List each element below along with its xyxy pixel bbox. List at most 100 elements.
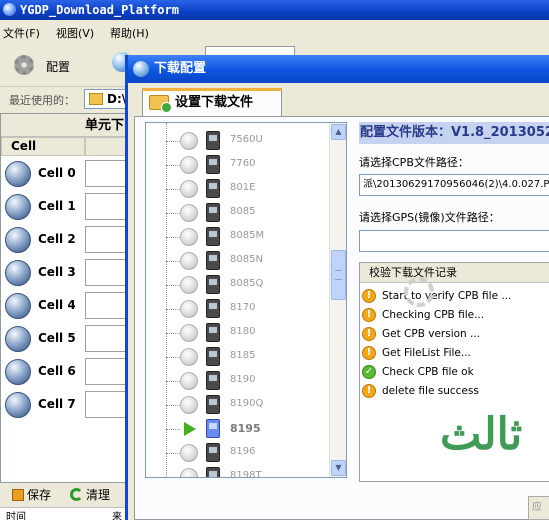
menu-help[interactable]: 帮助(H) (110, 25, 149, 41)
main-title-bar: YGDP_Download_Platform (0, 0, 549, 20)
phone-icon (206, 395, 220, 414)
cell-row[interactable]: Cell 2 (1, 223, 141, 256)
chip-label: 8196 (230, 446, 256, 457)
chip-item[interactable]: 8085N (146, 249, 331, 273)
time-column-header[interactable]: 时间 (6, 508, 26, 520)
chip-item[interactable]: 8198T (146, 465, 331, 478)
tree-connector (166, 309, 180, 310)
cell-panel: 单元下 Cell Cell 0 Cell 1 Cell 2 Cell 3 Cel… (0, 113, 141, 483)
chip-item[interactable]: 8196 (146, 441, 331, 465)
main-window-title: YGDP_Download_Platform (20, 3, 179, 17)
log-header: 时间 来 (0, 507, 140, 520)
chip-item[interactable]: 7760 (146, 153, 331, 177)
scroll-up-button[interactable]: ▲ (331, 124, 346, 140)
folder-icon (89, 93, 103, 105)
cell-row[interactable]: Cell 0 (1, 157, 141, 190)
phone-icon (206, 299, 220, 318)
gps-path-field[interactable] (359, 230, 549, 252)
status-circle-icon (180, 300, 198, 318)
phone-icon (206, 131, 220, 150)
cell-label: Cell 1 (38, 199, 76, 213)
cell-label: Cell 4 (38, 298, 76, 312)
cell-label: Cell 5 (38, 331, 76, 345)
chip-list[interactable]: 7560U 7760 801E 8085 8085M 8085N 8085Q 8170 8180… (145, 122, 347, 478)
chip-item[interactable]: 8185 (146, 345, 331, 369)
unit-header: 单元下 (1, 114, 141, 137)
chip-item[interactable]: 8085 (146, 201, 331, 225)
chip-item[interactable]: 8190Q (146, 393, 331, 417)
warning-icon: ! (362, 327, 376, 341)
log-text: Check CPB file ok (382, 366, 474, 378)
status-circle-icon (180, 468, 198, 477)
chip-item[interactable]: 7560U (146, 129, 331, 153)
gear-icon (14, 55, 34, 75)
tab-label: 设置下载文件 (175, 95, 254, 110)
play-icon (184, 422, 196, 436)
chip-item[interactable]: 8190 (146, 369, 331, 393)
tree-connector (166, 357, 180, 358)
chip-item[interactable]: 8195 (146, 417, 331, 441)
cell-label: Cell 6 (38, 364, 76, 378)
cell-row[interactable]: Cell 3 (1, 256, 141, 289)
tree-connector (166, 405, 180, 406)
chip-label: 8085 (230, 206, 256, 217)
phone-icon (206, 443, 220, 462)
scrollbar[interactable]: ▲ ▼ (329, 123, 346, 477)
config-button-label: 配置 (46, 60, 71, 74)
chip-item[interactable]: 8180 (146, 321, 331, 345)
status-circle-icon (180, 252, 198, 270)
tab-set-download-files[interactable]: 设置下载文件 (142, 88, 282, 116)
cell-row[interactable]: Cell 5 (1, 322, 141, 355)
chip-label: 8190 (230, 374, 256, 385)
config-button[interactable]: 配置 (10, 48, 80, 80)
tree-connector (166, 237, 180, 238)
menu-view[interactable]: 视图(V) (56, 25, 94, 41)
tree-connector (166, 285, 180, 286)
chip-item[interactable]: 801E (146, 177, 331, 201)
clear-button[interactable]: 清理 (70, 486, 110, 504)
chip-item[interactable]: 8085Q (146, 273, 331, 297)
dialog-title-bar[interactable]: 下载配置 (128, 55, 549, 83)
log-text: Get CPB version ... (382, 328, 481, 340)
cpb-path-label: 请选择CPB文件路径： (359, 156, 469, 169)
globe-icon (5, 194, 31, 220)
phone-icon (206, 203, 220, 222)
scroll-thumb[interactable] (331, 250, 346, 300)
cell-row[interactable]: Cell 6 (1, 355, 141, 388)
globe-icon (133, 61, 149, 77)
tree-connector (166, 381, 180, 382)
chip-item[interactable]: 8085M (146, 225, 331, 249)
globe-icon (5, 326, 31, 352)
tree-connector (166, 165, 180, 166)
log-text: Checking CPB file... (382, 309, 485, 321)
dialog-title: 下载配置 (154, 61, 207, 76)
save-button[interactable]: 保存 (12, 486, 51, 504)
cell-row[interactable]: Cell 4 (1, 289, 141, 322)
chip-item[interactable]: 8170 (146, 297, 331, 321)
tree-connector (166, 477, 180, 478)
phone-icon (206, 347, 220, 366)
status-circle-icon (180, 132, 198, 150)
cell-column-header[interactable]: Cell (1, 137, 85, 156)
bottom-toolbar: 保存 清理 (0, 484, 140, 506)
recent-label: 最近使用的： (9, 94, 75, 107)
chip-label: 8085Q (230, 278, 264, 289)
globe-icon (5, 392, 31, 418)
chip-label: 8195 (230, 422, 261, 435)
column-header-source[interactable]: 来 (112, 508, 122, 520)
scroll-down-button[interactable]: ▼ (331, 460, 346, 476)
gps-path-label: 请选择GPS(镜像)文件路径： (359, 211, 500, 224)
globe-icon (5, 227, 31, 253)
chip-label: 8170 (230, 302, 256, 313)
cell-label: Cell 2 (38, 232, 76, 246)
cell-row[interactable]: Cell 1 (1, 190, 141, 223)
menu-file[interactable]: 文件(F) (3, 25, 40, 41)
chip-label: 801E (230, 182, 256, 193)
cell-row[interactable]: Cell 7 (1, 388, 141, 421)
menu-bar: 文件(F) 视图(V) 帮助(H) (0, 22, 549, 42)
watermark-logo: ثالث (440, 409, 523, 460)
warning-icon: ! (362, 346, 376, 360)
check-icon: ✓ (362, 365, 376, 379)
cell-label: Cell 7 (38, 397, 76, 411)
cpb-path-field[interactable]: 派\20130629170956046(2)\4.0.027.P1. (359, 174, 549, 196)
